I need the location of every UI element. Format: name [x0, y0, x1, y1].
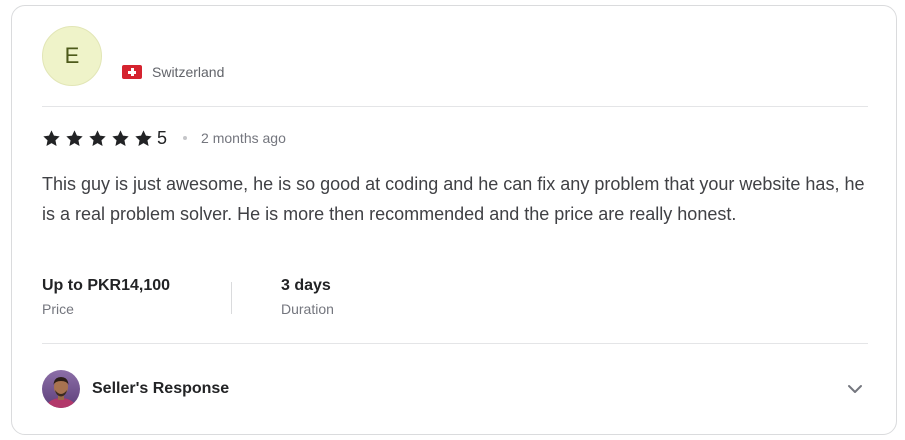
separator-dot	[183, 136, 188, 140]
switzerland-flag-icon	[122, 65, 142, 79]
reviewer-initial: E	[64, 43, 80, 68]
star-icon	[43, 129, 60, 146]
stats-divider-bottom	[42, 343, 868, 344]
duration-stat: 3 days Duration	[281, 276, 334, 326]
stats-divider	[231, 282, 232, 314]
seller-response-toggle[interactable]: Seller's Response	[42, 369, 868, 409]
reviewer-avatar: E	[42, 26, 102, 86]
seller-avatar	[42, 370, 80, 408]
star-icon	[66, 129, 83, 146]
header-divider	[42, 106, 868, 107]
duration-label: Duration	[281, 301, 334, 317]
rating-value: 5	[157, 127, 168, 148]
review-text: This guy is just awesome, he is so good …	[42, 174, 865, 224]
duration-value: 3 days	[281, 277, 331, 294]
star-icon	[135, 129, 152, 146]
review-card: E Switzerland 5 2 months ago This guy is…	[11, 5, 897, 435]
country-name: Switzerland	[152, 64, 225, 80]
reviewer-header: E Switzerland	[42, 26, 868, 88]
price-label: Price	[42, 301, 74, 317]
seller-response-title: Seller's Response	[92, 380, 230, 397]
star-rating	[42, 129, 157, 148]
rating-row: 5 2 months ago	[42, 126, 286, 150]
reviewer-country: Switzerland	[122, 64, 224, 80]
star-icon	[89, 129, 106, 146]
chevron-down-icon[interactable]	[846, 380, 864, 398]
review-date: 2 months ago	[201, 130, 286, 146]
order-stats: Up to PKR14,100 Price 3 days Duration	[42, 276, 334, 326]
star-icon	[112, 129, 129, 146]
price-value: Up to PKR14,100	[42, 277, 171, 294]
price-stat: Up to PKR14,100 Price	[42, 276, 181, 326]
